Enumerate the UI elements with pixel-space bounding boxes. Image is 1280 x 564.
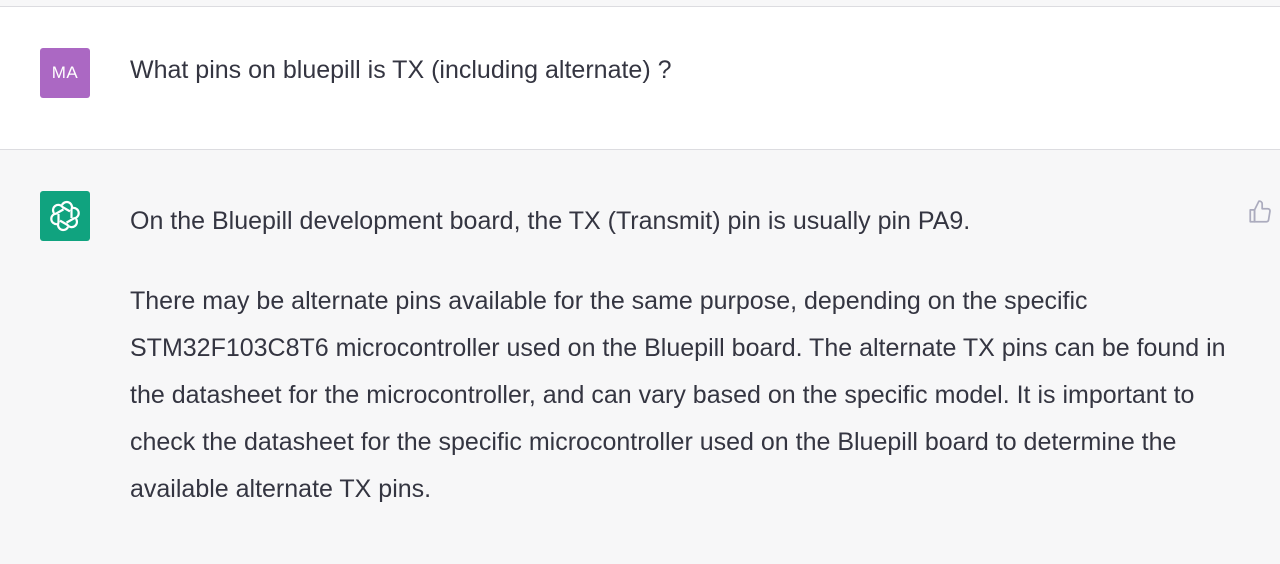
chat-page: MA What pins on bluepill is TX (includin…: [0, 0, 1280, 564]
user-avatar: MA: [40, 48, 90, 98]
thumbs-up-icon: [1249, 200, 1271, 223]
thumbs-up-button[interactable]: [1246, 198, 1274, 226]
top-divider: [0, 0, 1280, 7]
user-message-text: What pins on bluepill is TX (including a…: [130, 56, 672, 84]
assistant-paragraph-2: There may be alternate pins available fo…: [130, 287, 1226, 503]
assistant-message-row: On the Bluepill development board, the T…: [0, 150, 1280, 564]
assistant-message-text: On the Bluepill development board, the T…: [130, 198, 1240, 513]
assistant-paragraph-1: On the Bluepill development board, the T…: [130, 207, 971, 235]
assistant-avatar: [40, 191, 90, 241]
user-message-row: MA What pins on bluepill is TX (includin…: [0, 7, 1280, 150]
openai-logo-icon: [50, 200, 80, 232]
user-avatar-initials: MA: [51, 63, 79, 82]
